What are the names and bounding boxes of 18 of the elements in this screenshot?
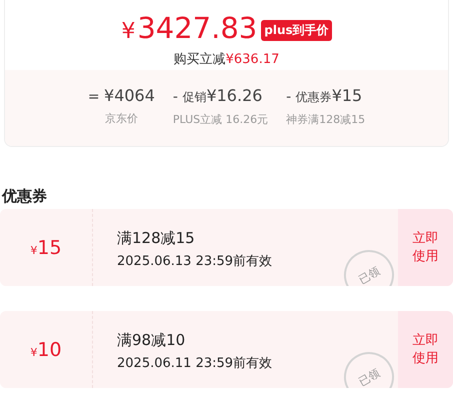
use-now-button[interactable]: 立即使用 bbox=[398, 311, 453, 388]
price-component: = ¥4064 bbox=[88, 86, 155, 105]
final-price: ¥3427.83 bbox=[121, 12, 258, 47]
coupon-amount: ¥10 bbox=[30, 338, 62, 360]
plus-price-badge: plus到手价 bbox=[261, 20, 332, 40]
coupon-condition: 满98减10 bbox=[117, 331, 186, 350]
coupon-amount: ¥15 bbox=[30, 236, 62, 258]
coupon-expiry: 2025.06.11 23:59前有效 bbox=[117, 355, 274, 372]
section-title: 优惠券 bbox=[0, 187, 48, 207]
use-now-button[interactable]: 立即使用 bbox=[398, 209, 453, 286]
price-note: 神券满128减15 bbox=[286, 112, 366, 127]
price-note: 京东价 bbox=[104, 111, 139, 126]
price-note: PLUS立减 16.26元 bbox=[172, 112, 268, 127]
coupon-expiry: 2025.06.13 23:59前有效 bbox=[117, 253, 274, 270]
price-component: - 促销¥16.26 bbox=[172, 86, 264, 106]
price-component: - 优惠券¥15 bbox=[286, 86, 364, 106]
saving-text: 购买立减¥636.17 bbox=[174, 51, 280, 68]
coupon-condition: 满128减15 bbox=[117, 229, 196, 248]
